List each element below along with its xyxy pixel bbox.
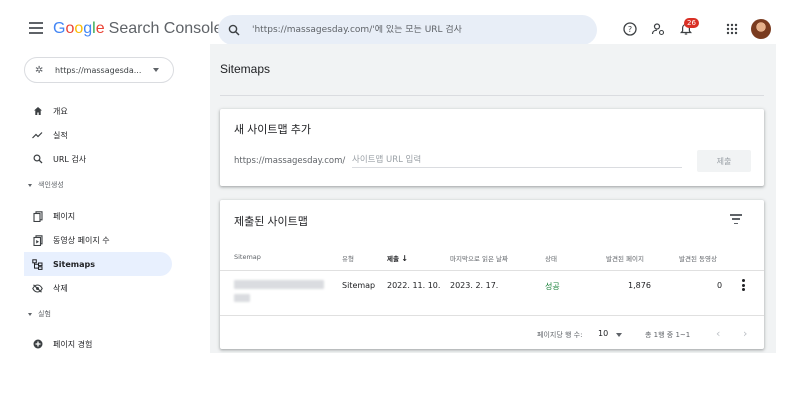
column-header-discovered-pages[interactable]: 발견된 페이지 [606, 253, 644, 263]
submit-button[interactable]: 제출 [697, 150, 751, 172]
trending-up-icon [32, 130, 43, 141]
collapse-icon [28, 183, 32, 187]
video-pages-icon [32, 234, 43, 246]
column-header-submitted[interactable]: 제출 ↓ [387, 253, 408, 263]
sitemap-icon [32, 258, 43, 270]
divider [220, 270, 764, 271]
sidebar-item-label: 삭제 [53, 283, 68, 293]
search-input[interactable] [252, 25, 572, 35]
menu-icon[interactable] [29, 22, 43, 34]
logo-letter: G [53, 20, 66, 37]
logo-letter: e [95, 20, 105, 37]
sitemap-url-prefix: https://massagesday.com/ [234, 156, 346, 166]
sidebar-item-sitemaps[interactable]: Sitemaps [24, 252, 172, 276]
column-label: 제출 [387, 255, 399, 263]
redacted-sitemap-url [234, 280, 324, 289]
submitted-sitemaps-card: 제출된 사이트맵 Sitemap 유형 제출 ↓ 마지막으로 읽은 날짜 상태 … [220, 200, 764, 349]
sidebar-item-label: 페이지 [53, 211, 76, 221]
sidebar-item-label: 동영상 페이지 수 [53, 235, 110, 245]
sitemap-url-input[interactable] [352, 152, 682, 168]
arrow-down-icon: ↓ [401, 254, 408, 263]
sidebar-item-label: 개요 [53, 106, 68, 116]
sidebar-item-label: URL 검사 [53, 154, 87, 164]
avatar[interactable] [751, 19, 771, 39]
cell-submitted: 2022. 11. 10. [387, 281, 441, 290]
cell-type: Sitemap [342, 281, 376, 290]
help-icon[interactable]: ? [622, 21, 638, 37]
removals-icon [32, 283, 43, 294]
section-indexing[interactable]: 색인생성 [28, 180, 64, 190]
sidebar-item-overview[interactable]: 개요 [24, 99, 172, 123]
cell-videos: 0 [717, 281, 723, 290]
pages-icon [32, 210, 43, 222]
filter-icon[interactable] [730, 214, 742, 224]
logo-letter: o [74, 20, 84, 37]
card-title: 새 사이트맵 추가 [234, 124, 311, 136]
section-label: 실험 [38, 310, 51, 318]
rows-per-page-label: 페이지당 행 수: [537, 331, 583, 339]
home-icon [32, 106, 43, 117]
column-header-status[interactable]: 상태 [545, 253, 557, 263]
property-icon: ✲ [35, 64, 44, 76]
previous-page-icon[interactable]: ‹ [716, 327, 720, 340]
page-title: Sitemaps [220, 62, 271, 76]
card-title: 제출된 사이트맵 [234, 216, 308, 228]
sidebar-item-url-inspection[interactable]: URL 검사 [24, 147, 172, 171]
cell-last-read: 2023. 2. 17. [450, 281, 499, 290]
chevron-down-icon[interactable] [616, 333, 622, 337]
logo-letter: g [83, 20, 93, 37]
pagination-range: 총 1행 중 1~1 [645, 331, 691, 339]
sidebar-item-removals[interactable]: 삭제 [24, 276, 172, 300]
manage-users-icon[interactable] [650, 21, 666, 37]
divider [220, 95, 764, 96]
search-icon [228, 24, 240, 36]
sidebar-item-label: 페이지 경험 [53, 339, 93, 349]
url-inspection-search [218, 15, 597, 45]
rows-per-page-select[interactable]: 10 [598, 329, 608, 338]
add-sitemap-card: 새 사이트맵 추가 https://massagesday.com/ 제출 [220, 109, 764, 186]
divider [220, 315, 764, 316]
cell-status: 성공 [545, 282, 560, 291]
sidebar-item-label: Sitemaps [53, 259, 95, 269]
sidebar-item-page-experience[interactable]: 페이지 경험 [24, 332, 172, 353]
apps-grid-icon[interactable] [724, 21, 740, 37]
more-options-icon[interactable] [742, 279, 745, 291]
google-search-console-logo[interactable]: Google Search Console [53, 20, 222, 38]
collapse-icon [28, 312, 32, 316]
sidebar: ✲ https://massagesda... 개요 실적 URL 검사 색인생… [24, 52, 210, 353]
column-header-sitemap[interactable]: Sitemap [234, 253, 261, 261]
main-content: Sitemaps 새 사이트맵 추가 https://massagesday.c… [210, 44, 776, 353]
search-icon [32, 154, 43, 165]
redacted-sitemap-url [234, 294, 250, 302]
column-header-type[interactable]: 유형 [342, 253, 354, 263]
product-name: Search Console [108, 20, 223, 37]
section-experience[interactable]: 실험 [28, 309, 51, 319]
property-label: https://massagesda... [55, 65, 142, 75]
section-label: 색인생성 [38, 181, 64, 189]
sidebar-item-performance[interactable]: 실적 [24, 123, 172, 147]
next-page-icon[interactable]: › [743, 327, 747, 340]
column-header-last-read[interactable]: 마지막으로 읽은 날짜 [450, 253, 508, 263]
search-console-app: GoogleSearch Console ? 26 ✲ https://mass… [24, 8, 776, 353]
sidebar-item-video-pages[interactable]: 동영상 페이지 수 [24, 228, 172, 252]
sidebar-item-label: 실적 [53, 130, 68, 140]
chevron-down-icon [153, 68, 159, 72]
sidebar-item-pages[interactable]: 페이지 [24, 204, 172, 228]
cell-pages: 1,876 [628, 281, 651, 290]
notification-badge: 26 [684, 18, 699, 28]
property-selector[interactable]: ✲ https://massagesda... [24, 57, 174, 83]
column-header-discovered-videos[interactable]: 발견된 동영상 [679, 253, 717, 263]
svg-text:?: ? [628, 25, 632, 34]
page-experience-icon [32, 339, 43, 350]
